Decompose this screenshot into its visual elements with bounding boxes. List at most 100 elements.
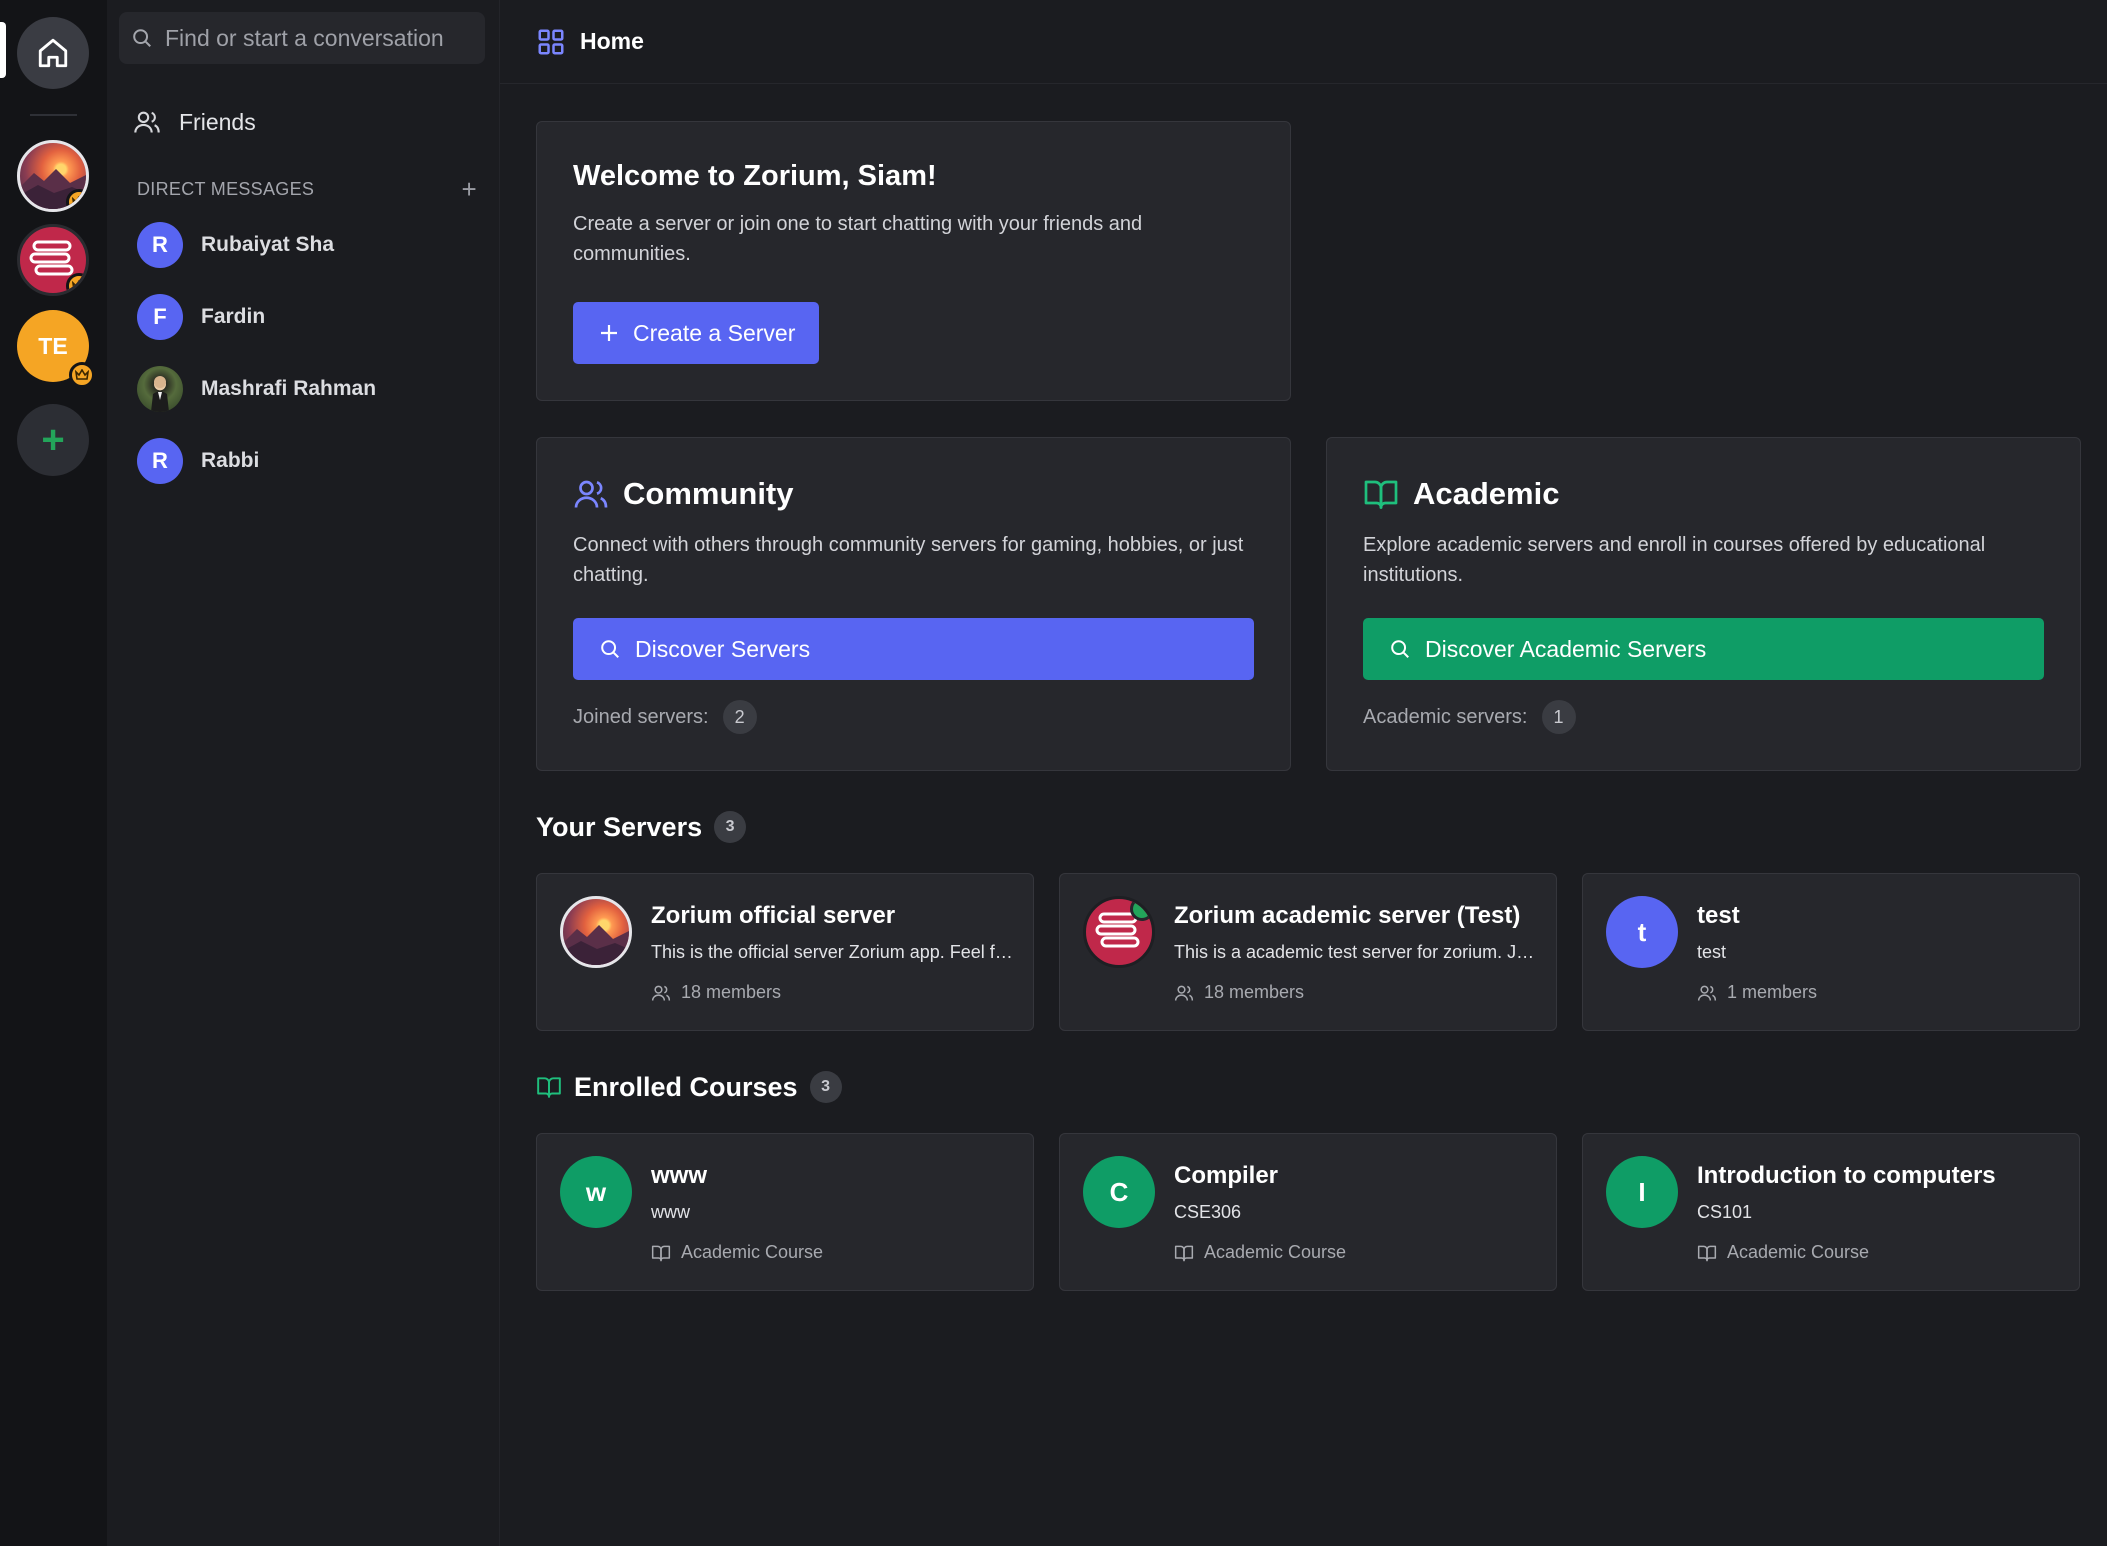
member-count: 1 members [1727,982,1818,1002]
member-count: 18 members [1204,982,1305,1002]
discover-academic-label: Discover Academic Servers [1425,635,1707,662]
server-card[interactable]: t test test 1 members [1582,873,2080,1031]
avatar: R [137,222,183,268]
open-book-icon [1174,1245,1194,1261]
server-rail: TE + [0,0,107,1546]
course-card[interactable]: I Introduction to computers CS101 Academ… [1582,1133,2080,1291]
avatar-photo [137,366,183,412]
search-icon [601,640,619,658]
server-icon-zorium-official[interactable] [17,140,89,212]
dm-item[interactable]: R Rabbi [137,437,259,485]
course-type-label: Academic Course [681,1242,824,1262]
server-card[interactable]: Zorium academic server (Test) This is a … [1059,873,1557,1031]
server-card[interactable]: Zorium official server This is the offic… [536,873,1034,1031]
discover-servers-button[interactable]: Discover Servers [573,618,1254,680]
course-card[interactable]: w www www Academic Course [536,1133,1034,1291]
home-button[interactable] [17,17,89,89]
home-icon [38,38,68,68]
course-avatar: I [1606,1156,1678,1228]
person-photo-icon [151,376,169,412]
server-description: This is the official server Zorium app. … [651,942,1016,962]
search-input[interactable] [165,24,455,52]
search-icon [133,29,151,47]
open-book-icon [1364,480,1398,509]
grid-icon [538,29,564,54]
server-initials: TE [38,332,68,359]
create-server-button[interactable]: Create a Server [573,302,819,364]
course-type: Academic Course [651,1242,823,1263]
course-avatar: w [560,1156,632,1228]
dm-name: Mashrafi Rahman [201,377,377,400]
server-members: 18 members [1174,982,1304,1003]
course-code: CSE306 [1174,1202,1242,1222]
users-icon [574,480,608,508]
server-members: 1 members [1697,982,1817,1003]
search-box[interactable] [119,12,485,64]
users-icon [1174,985,1194,1001]
crown-icon [72,280,86,291]
server-avatar: t [1606,896,1678,968]
course-type-label: Academic Course [1204,1242,1347,1262]
joined-servers-count: 2 [722,700,757,734]
joined-servers-label: Joined servers: [573,705,709,728]
server-icon-te[interactable]: TE [17,310,95,388]
server-name: Zorium academic server (Test) [1174,902,1521,929]
add-server-button[interactable]: + [17,404,89,476]
open-book-icon [1697,1245,1717,1261]
dm-sidebar: Friends DIRECT MESSAGES + R Rubaiyat Sha… [107,0,500,1546]
sunset-avatar-icon [563,925,629,965]
academic-servers-label: Academic servers: [1363,705,1528,728]
course-type: Academic Course [1174,1242,1346,1263]
avatar: F [137,294,183,340]
course-name: Introduction to computers [1697,1162,1996,1189]
server-description: test [1697,942,1727,962]
dm-item[interactable]: Mashrafi Rahman [137,365,376,413]
rail-separator [30,114,77,116]
create-server-label: Create a Server [633,319,796,346]
direct-messages-header: DIRECT MESSAGES + [137,176,477,202]
open-book-icon [537,1077,561,1098]
friends-icon [134,111,160,133]
server-avatar [1083,896,1155,968]
discover-academic-servers-button[interactable]: Discover Academic Servers [1363,618,2044,680]
member-count: 18 members [681,982,782,1002]
academic-servers-count: 1 [1541,700,1576,734]
enrolled-courses-count: 3 [809,1071,842,1103]
owner-crown-badge [66,273,86,293]
dm-name: Fardin [201,305,266,328]
your-servers-title: Your Servers [536,811,703,842]
avatar: R [137,438,183,484]
search-icon [1391,640,1409,658]
new-dm-plus-icon[interactable]: + [462,176,477,202]
top-bar: Home [500,0,2107,84]
welcome-card: Welcome to Zorium, Siam! Create a server… [536,121,1291,401]
course-type: Academic Course [1697,1242,1869,1263]
community-title-row: Community [573,476,1254,512]
server-members: 18 members [651,982,781,1003]
course-card[interactable]: C Compiler CSE306 Academic Course [1059,1133,1557,1291]
friends-nav-item[interactable]: Friends [133,102,256,142]
enrolled-courses-heading: Enrolled Courses 3 [536,1071,842,1103]
academic-title: Academic [1413,476,1560,511]
dm-name: Rubaiyat Sha [201,233,335,256]
open-book-icon [651,1245,671,1261]
course-avatar: C [1083,1156,1155,1228]
server-name: Zorium official server [651,902,896,929]
discover-servers-label: Discover Servers [635,635,811,662]
users-icon [651,985,671,1001]
dm-item[interactable]: R Rubaiyat Sha [137,221,334,269]
friends-label: Friends [179,108,256,135]
dm-item[interactable]: F Fardin [137,293,265,341]
welcome-title: Welcome to Zorium, Siam! [573,160,937,192]
status-dot [1130,899,1152,921]
course-type-label: Academic Course [1727,1242,1870,1262]
joined-servers-stat: Joined servers: 2 [573,700,757,734]
community-description: Connect with others through community se… [573,534,1244,586]
owner-crown-badge [66,189,86,209]
page-title: Home [580,28,644,54]
welcome-description: Create a server or join one to start cha… [573,213,1143,265]
your-servers-heading: Your Servers 3 [536,811,747,843]
owner-crown-badge [69,362,95,388]
server-icon-zorium-academic[interactable] [17,224,89,296]
dm-name: Rabbi [201,449,260,472]
